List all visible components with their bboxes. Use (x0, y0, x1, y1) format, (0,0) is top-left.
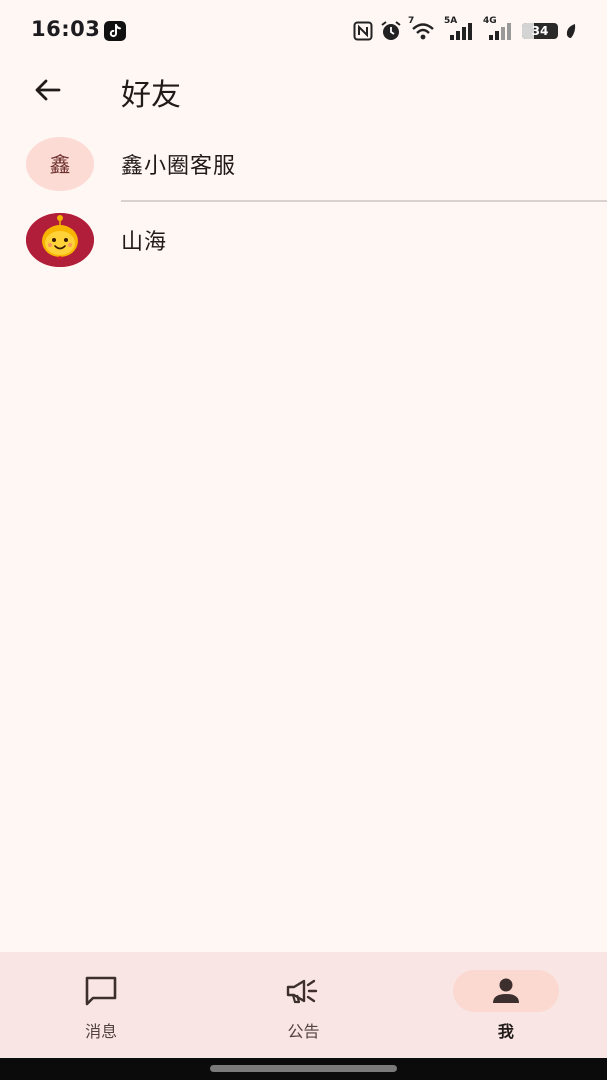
nav-label: 公告 (287, 1022, 320, 1041)
nav-active-indicator (452, 970, 559, 1012)
bottom-navigation: 消息 公告 我 (0, 952, 607, 1058)
message-icon (85, 976, 117, 1006)
home-gesture-bar[interactable] (210, 1065, 397, 1072)
nfc-icon (353, 21, 373, 41)
friend-name: 鑫小圈客服 (121, 154, 237, 179)
tiktok-icon (104, 21, 126, 41)
friend-item-shanhai[interactable]: 山海 (0, 202, 607, 278)
page-title: 好友 (121, 78, 181, 113)
friend-item-customer-service[interactable]: 鑫 鑫小圈客服 (0, 126, 607, 202)
leaf-icon (565, 23, 577, 39)
status-bar: 16:03 7 5A 4G 34 (0, 0, 607, 60)
smiley-mascot-icon (26, 213, 94, 267)
friend-name: 山海 (121, 230, 168, 255)
signal-5a-label: 5A (444, 16, 458, 26)
avatar: 鑫 (26, 137, 94, 191)
battery-level: 34 (531, 24, 549, 38)
avatar-letter: 鑫 (49, 153, 71, 177)
signal-4g-label: 4G (483, 16, 497, 26)
back-button[interactable] (22, 68, 72, 112)
person-icon (492, 978, 519, 1003)
arrow-left-icon (35, 79, 61, 101)
nav-label: 消息 (85, 1022, 118, 1041)
nav-icon-container (48, 970, 154, 1012)
wifi-network-label: 7 (408, 16, 415, 26)
battery-icon: 34 (522, 23, 558, 39)
top-app-bar: 好友 (0, 60, 607, 122)
alarm-icon (380, 20, 402, 42)
avatar (26, 213, 94, 267)
nav-item-messages[interactable]: 消息 (0, 952, 202, 1058)
friend-list: 鑫 鑫小圈客服 山海 (0, 126, 607, 278)
signal-4g-icon: 4G (483, 16, 515, 41)
status-time: 16:03 (31, 17, 101, 41)
nav-label: 我 (497, 1022, 514, 1041)
nav-item-announcements[interactable]: 公告 (202, 952, 404, 1058)
megaphone-icon (287, 979, 318, 1004)
nav-icon-container (250, 970, 356, 1012)
signal-5a-icon: 5A (444, 16, 476, 41)
status-icons: 7 5A 4G 34 (353, 16, 577, 44)
system-gesture-area (0, 1058, 607, 1080)
wifi-icon: 7 (408, 16, 437, 41)
nav-item-me[interactable]: 我 (405, 952, 607, 1058)
